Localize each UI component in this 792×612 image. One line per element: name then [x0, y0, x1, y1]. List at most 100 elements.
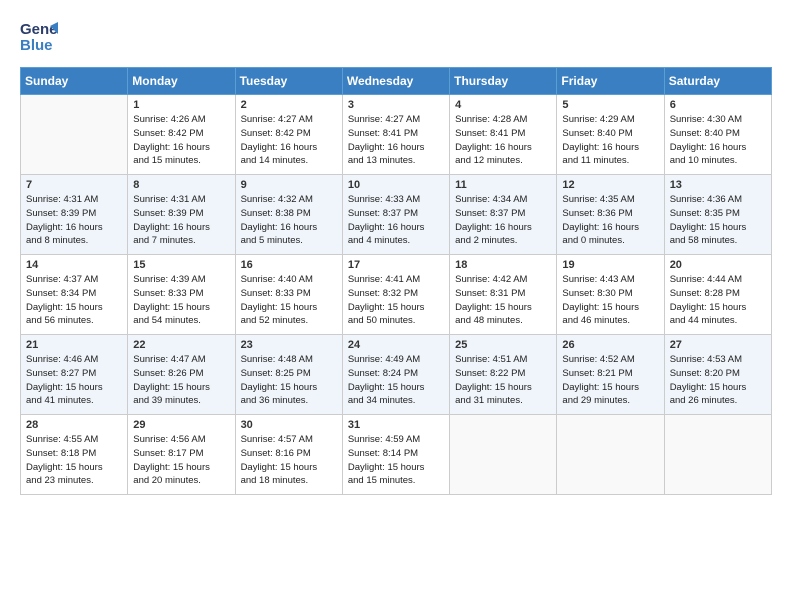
day-number: 30 — [241, 419, 337, 431]
day-cell-8: 8 Sunrise: 4:31 AM Sunset: 8:39 PM Daylig… — [128, 175, 235, 255]
day-info: Sunrise: 4:34 AM Sunset: 8:37 PM Dayligh… — [455, 193, 551, 248]
day-number: 29 — [133, 419, 229, 431]
day-number: 18 — [455, 259, 551, 271]
day-number: 19 — [562, 259, 658, 271]
day-cell-7: 7Sunrise: 4:31 AM Sunset: 8:39 PM Daylig… — [21, 175, 128, 255]
day-info: Sunrise: 4:28 AM Sunset: 8:41 PM Dayligh… — [455, 113, 551, 168]
day-info: Sunrise: 4:39 AM Sunset: 8:33 PM Dayligh… — [133, 273, 229, 328]
day-cell-6: 6 Sunrise: 4:30 AM Sunset: 8:40 PM Daylig… — [664, 95, 771, 175]
weekday-header-thursday: Thursday — [450, 68, 557, 95]
day-info: Sunrise: 4:57 AM Sunset: 8:16 PM Dayligh… — [241, 433, 337, 488]
day-number: 22 — [133, 339, 229, 351]
day-info: Sunrise: 4:51 AM Sunset: 8:22 PM Dayligh… — [455, 353, 551, 408]
day-info: Sunrise: 4:41 AM Sunset: 8:32 PM Dayligh… — [348, 273, 444, 328]
day-cell-17: 17 Sunrise: 4:41 AM Sunset: 8:32 PM Dayli… — [342, 255, 449, 335]
day-number: 11 — [455, 179, 551, 191]
day-number: 27 — [670, 339, 766, 351]
day-number: 4 — [455, 99, 551, 111]
day-info: Sunrise: 4:32 AM Sunset: 8:38 PM Dayligh… — [241, 193, 337, 248]
day-cell-31: 31 Sunrise: 4:59 AM Sunset: 8:14 PM Dayli… — [342, 415, 449, 495]
day-info: Sunrise: 4:29 AM Sunset: 8:40 PM Dayligh… — [562, 113, 658, 168]
day-cell-22: 22 Sunrise: 4:47 AM Sunset: 8:26 PM Dayli… — [128, 335, 235, 415]
day-number: 31 — [348, 419, 444, 431]
weekday-header-monday: Monday — [128, 68, 235, 95]
day-number: 25 — [455, 339, 551, 351]
day-cell-21: 21Sunrise: 4:46 AM Sunset: 8:27 PM Dayli… — [21, 335, 128, 415]
day-cell-27: 27Sunrise: 4:53 AM Sunset: 8:20 PM Dayli… — [664, 335, 771, 415]
day-number: 23 — [241, 339, 337, 351]
empty-cell — [450, 415, 557, 495]
day-cell-20: 20 Sunrise: 4:44 AM Sunset: 8:28 PM Dayli… — [664, 255, 771, 335]
day-cell-9: 9 Sunrise: 4:32 AM Sunset: 8:38 PM Daylig… — [235, 175, 342, 255]
day-info: Sunrise: 4:49 AM Sunset: 8:24 PM Dayligh… — [348, 353, 444, 408]
day-cell-2: 2 Sunrise: 4:27 AM Sunset: 8:42 PM Daylig… — [235, 95, 342, 175]
day-cell-26: 26 Sunrise: 4:52 AM Sunset: 8:21 PM Dayli… — [557, 335, 664, 415]
week-row-5: 28Sunrise: 4:55 AM Sunset: 8:18 PM Dayli… — [21, 415, 772, 495]
weekday-header-row: SundayMondayTuesdayWednesdayThursdayFrid… — [21, 68, 772, 95]
svg-text:General: General — [20, 21, 58, 38]
day-number: 2 — [241, 99, 337, 111]
day-cell-11: 11 Sunrise: 4:34 AM Sunset: 8:37 PM Dayli… — [450, 175, 557, 255]
day-info: Sunrise: 4:27 AM Sunset: 8:41 PM Dayligh… — [348, 113, 444, 168]
day-cell-30: 30 Sunrise: 4:57 AM Sunset: 8:16 PM Dayli… — [235, 415, 342, 495]
day-number: 14 — [26, 259, 122, 271]
day-info: Sunrise: 4:59 AM Sunset: 8:14 PM Dayligh… — [348, 433, 444, 488]
day-info: Sunrise: 4:30 AM Sunset: 8:40 PM Dayligh… — [670, 113, 766, 168]
day-info: Sunrise: 4:26 AM Sunset: 8:42 PM Dayligh… — [133, 113, 229, 168]
day-number: 15 — [133, 259, 229, 271]
empty-cell — [664, 415, 771, 495]
weekday-header-wednesday: Wednesday — [342, 68, 449, 95]
day-number: 20 — [670, 259, 766, 271]
day-cell-14: 14 Sunrise: 4:37 AM Sunset: 8:34 PM Dayli… — [21, 255, 128, 335]
day-cell-4: 4 Sunrise: 4:28 AM Sunset: 8:41 PM Daylig… — [450, 95, 557, 175]
day-cell-5: 5Sunrise: 4:29 AM Sunset: 8:40 PM Daylig… — [557, 95, 664, 175]
week-row-3: 14 Sunrise: 4:37 AM Sunset: 8:34 PM Dayli… — [21, 255, 772, 335]
day-info: Sunrise: 4:37 AM Sunset: 8:34 PM Dayligh… — [26, 273, 122, 328]
day-info: Sunrise: 4:27 AM Sunset: 8:42 PM Dayligh… — [241, 113, 337, 168]
empty-cell — [557, 415, 664, 495]
day-cell-24: 24 Sunrise: 4:49 AM Sunset: 8:24 PM Dayli… — [342, 335, 449, 415]
weekday-header-sunday: Sunday — [21, 68, 128, 95]
day-info: Sunrise: 4:43 AM Sunset: 8:30 PM Dayligh… — [562, 273, 658, 328]
day-number: 24 — [348, 339, 444, 351]
page-header: General Blue — [20, 16, 772, 59]
day-number: 1 — [133, 99, 229, 111]
day-number: 17 — [348, 259, 444, 271]
day-info: Sunrise: 4:33 AM Sunset: 8:37 PM Dayligh… — [348, 193, 444, 248]
day-cell-23: 23 Sunrise: 4:48 AM Sunset: 8:25 PM Dayli… — [235, 335, 342, 415]
day-number: 9 — [241, 179, 337, 191]
day-info: Sunrise: 4:56 AM Sunset: 8:17 PM Dayligh… — [133, 433, 229, 488]
logo-icon: General Blue — [20, 16, 58, 54]
day-info: Sunrise: 4:47 AM Sunset: 8:26 PM Dayligh… — [133, 353, 229, 408]
empty-cell — [21, 95, 128, 175]
day-cell-28: 28Sunrise: 4:55 AM Sunset: 8:18 PM Dayli… — [21, 415, 128, 495]
week-row-2: 7Sunrise: 4:31 AM Sunset: 8:39 PM Daylig… — [21, 175, 772, 255]
day-number: 6 — [670, 99, 766, 111]
day-info: Sunrise: 4:31 AM Sunset: 8:39 PM Dayligh… — [26, 193, 122, 248]
day-cell-12: 12Sunrise: 4:35 AM Sunset: 8:36 PM Dayli… — [557, 175, 664, 255]
day-info: Sunrise: 4:52 AM Sunset: 8:21 PM Dayligh… — [562, 353, 658, 408]
day-info: Sunrise: 4:36 AM Sunset: 8:35 PM Dayligh… — [670, 193, 766, 248]
day-info: Sunrise: 4:44 AM Sunset: 8:28 PM Dayligh… — [670, 273, 766, 328]
day-cell-15: 15 Sunrise: 4:39 AM Sunset: 8:33 PM Dayli… — [128, 255, 235, 335]
day-cell-16: 16 Sunrise: 4:40 AM Sunset: 8:33 PM Dayli… — [235, 255, 342, 335]
weekday-header-friday: Friday — [557, 68, 664, 95]
day-number: 16 — [241, 259, 337, 271]
weekday-header-saturday: Saturday — [664, 68, 771, 95]
week-row-1: 1 Sunrise: 4:26 AM Sunset: 8:42 PM Daylig… — [21, 95, 772, 175]
week-row-4: 21Sunrise: 4:46 AM Sunset: 8:27 PM Dayli… — [21, 335, 772, 415]
day-number: 13 — [670, 179, 766, 191]
day-info: Sunrise: 4:40 AM Sunset: 8:33 PM Dayligh… — [241, 273, 337, 328]
day-cell-3: 3Sunrise: 4:27 AM Sunset: 8:41 PM Daylig… — [342, 95, 449, 175]
day-number: 8 — [133, 179, 229, 191]
day-number: 26 — [562, 339, 658, 351]
day-cell-29: 29 Sunrise: 4:56 AM Sunset: 8:17 PM Dayli… — [128, 415, 235, 495]
day-info: Sunrise: 4:48 AM Sunset: 8:25 PM Dayligh… — [241, 353, 337, 408]
weekday-header-tuesday: Tuesday — [235, 68, 342, 95]
day-info: Sunrise: 4:31 AM Sunset: 8:39 PM Dayligh… — [133, 193, 229, 248]
calendar-table: SundayMondayTuesdayWednesdayThursdayFrid… — [20, 67, 772, 495]
day-cell-13: 13 Sunrise: 4:36 AM Sunset: 8:35 PM Dayli… — [664, 175, 771, 255]
day-info: Sunrise: 4:55 AM Sunset: 8:18 PM Dayligh… — [26, 433, 122, 488]
day-cell-1: 1 Sunrise: 4:26 AM Sunset: 8:42 PM Daylig… — [128, 95, 235, 175]
day-info: Sunrise: 4:42 AM Sunset: 8:31 PM Dayligh… — [455, 273, 551, 328]
